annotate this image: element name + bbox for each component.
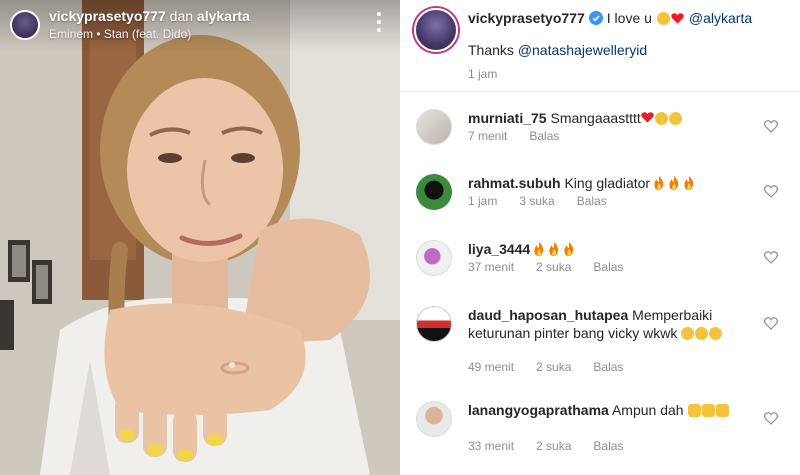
commenter-avatar[interactable] [416,401,452,437]
reply-button[interactable]: Balas [593,260,623,274]
conjunction: dan [169,8,194,24]
kiss-emoji-icon [656,11,670,25]
laugh-emoji-icon [681,327,695,340]
comment-meta: 49 menit 2 suka Balas [468,360,623,374]
clap-emoji-icon [715,404,729,417]
commenter-avatar[interactable] [416,109,452,145]
photo-scene [0,0,400,475]
fire-emoji-icon [534,242,544,256]
heart-eyes-emoji-icon [654,112,668,125]
reply-button[interactable]: Balas [577,194,607,208]
verified-badge-icon [588,11,603,25]
comment-meta: 1 jam 3 suka Balas [468,194,607,208]
laugh-emoji-icon [709,327,723,340]
reply-button[interactable]: Balas [593,439,623,453]
comment-body: rahmat.subuh King gladiator [468,174,748,192]
comment-item: murniati_75 Smangaaastttt 7 menit Balas [400,109,800,175]
caption-text: I love u [606,10,652,26]
red-heart-icon [641,112,654,123]
post-media[interactable]: vickyprasetyo777 dan alykarta Eminem • S… [0,0,400,475]
comment-time: 33 menit [468,439,515,453]
owner-username[interactable]: vickyprasetyo777 [49,8,166,24]
heart-outline-icon[interactable] [764,251,778,264]
commenter-avatar[interactable] [416,174,452,210]
comment-likes[interactable]: 2 suka [536,260,571,274]
comment-body: lanangyogaprathama Ampun dah [468,401,748,419]
comment-item: liya_3444 37 menit 2 suka Balas [400,240,800,306]
fire-emoji-icon [549,242,559,256]
owner-avatar[interactable] [10,10,40,40]
comment-username[interactable]: murniati_75 [468,110,547,126]
caption-timestamp: 1 jam [468,67,498,81]
comment-body: daud_haposan_hutapea Memperbaiki keturun… [468,306,748,342]
fire-emoji-icon [654,176,664,190]
caption: vickyprasetyo777 I love u @alykarta Than… [400,0,800,92]
thanks-text: Thanks [468,42,514,58]
comment-meta: 7 menit Balas [468,129,559,143]
comment-meta: 33 menit 2 suka Balas [468,439,623,453]
fire-emoji-icon [684,176,694,190]
comment-likes[interactable]: 2 suka [536,439,571,453]
heart-eyes-emoji-icon [668,112,682,125]
commenter-avatar[interactable] [416,306,452,342]
caption-avatar[interactable] [414,8,458,52]
thanks-mention[interactable]: @natashajewelleryid [518,42,647,58]
comment-username[interactable]: lanangyogaprathama [468,402,609,418]
comment-item: lanangyogaprathama Ampun dah 33 menit 2 … [400,401,800,471]
comment-time: 37 menit [468,260,515,274]
caption-mention[interactable]: @alykarta [689,10,752,26]
comment-body: murniati_75 Smangaaastttt [468,109,748,127]
caption-line: vickyprasetyo777 I love u @alykarta [468,10,752,26]
heart-outline-icon[interactable] [764,412,778,425]
heart-outline-icon[interactable] [764,120,778,133]
comments-panel: vickyprasetyo777 I love u @alykarta Than… [400,0,800,475]
heart-outline-icon[interactable] [764,317,778,330]
media-titles: vickyprasetyo777 dan alykarta Eminem • S… [49,8,250,41]
fire-emoji-icon [669,176,679,190]
laugh-emoji-icon [695,327,709,340]
comment-item: daud_haposan_hutapea Memperbaiki keturun… [400,306,800,390]
comment-body: liya_3444 [468,240,748,258]
media-users: vickyprasetyo777 dan alykarta [49,8,250,25]
comment-text: King gladiator [564,175,651,191]
comment-time: 7 menit [468,129,508,143]
caption-username[interactable]: vickyprasetyo777 [468,10,585,26]
comment-text: Ampun dah [611,402,684,418]
comment-likes[interactable]: 2 suka [536,360,571,374]
commenter-avatar[interactable] [416,240,452,276]
song-label[interactable]: Eminem • Stan (feat. Dido) [49,27,250,41]
comment-username[interactable]: rahmat.subuh [468,175,561,191]
comment-item: rahmat.subuh King gladiator 1 jam 3 suka… [400,174,800,240]
comment-text: Smangaaastttt [550,110,641,126]
clap-emoji-icon [687,404,701,417]
collaborator-username[interactable]: alykarta [197,8,250,24]
more-vertical-icon[interactable] [372,12,386,32]
caption-thanks: Thanks @natashajewelleryid [468,42,647,58]
fire-emoji-icon [564,242,574,256]
comment-time: 1 jam [468,194,498,208]
media-header: vickyprasetyo777 dan alykarta Eminem • S… [0,0,400,52]
comment-time: 49 menit [468,360,515,374]
comment-likes[interactable]: 3 suka [519,194,554,208]
comment-meta: 37 menit 2 suka Balas [468,260,623,274]
heart-outline-icon[interactable] [764,185,778,198]
comment-username[interactable]: liya_3444 [468,241,530,257]
reply-button[interactable]: Balas [529,129,559,143]
comment-username[interactable]: daud_haposan_hutapea [468,307,628,323]
red-heart-icon [671,13,684,24]
reply-button[interactable]: Balas [593,360,623,374]
clap-emoji-icon [701,404,715,417]
